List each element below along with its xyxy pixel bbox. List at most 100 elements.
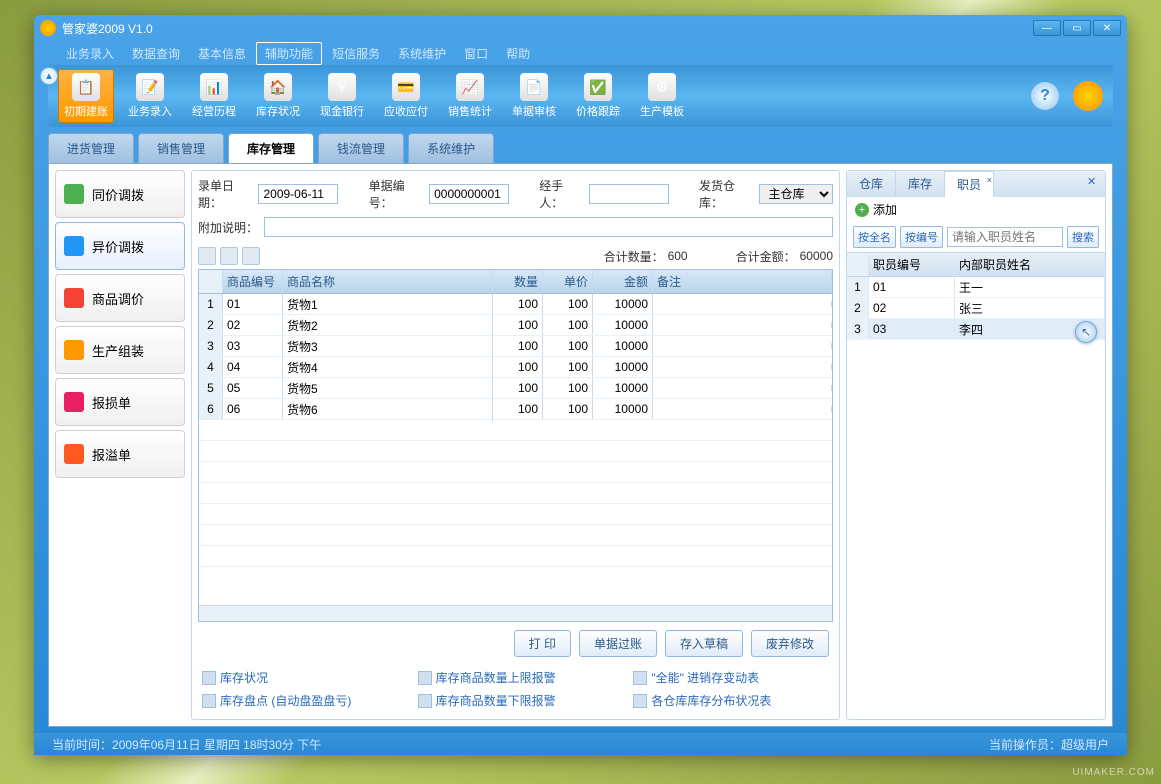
minimize-button[interactable]: — xyxy=(1033,20,1061,36)
rcol-code[interactable]: 职员编号 xyxy=(869,253,955,276)
table-row[interactable]: 606货物610010010000 xyxy=(199,399,832,420)
toolbar-btn-6[interactable]: 📈销售统计 xyxy=(442,69,498,123)
quick-link-0[interactable]: 库存状况 xyxy=(202,669,398,686)
filter-no-button[interactable]: 按编号 xyxy=(900,226,943,248)
quick-link-2[interactable]: "全能" 进销存变动表 xyxy=(633,669,829,686)
add-plus-icon: + xyxy=(855,203,869,217)
quick-link-1[interactable]: 库存商品数量上限报警 xyxy=(418,669,614,686)
total-amt-label: 合计金额： xyxy=(736,248,796,265)
toolbar-icon-3: 🏠 xyxy=(264,73,292,101)
note-label: 附加说明： xyxy=(198,219,258,236)
add-label: 添加 xyxy=(873,201,897,218)
menu-item-3[interactable]: 辅助功能 xyxy=(256,42,322,65)
col-name[interactable]: 商品名称 xyxy=(283,270,493,293)
add-row[interactable]: + 添加 xyxy=(847,197,1105,222)
collapse-toolbar-button[interactable]: ▲ xyxy=(40,67,58,85)
table-row[interactable]: 303货物310010010000 xyxy=(199,336,832,357)
toolbar-btn-8[interactable]: ✅价格跟踪 xyxy=(570,69,626,123)
sidebar-item-2[interactable]: 商品调价 xyxy=(55,274,185,322)
main-tab-3[interactable]: 钱流管理 xyxy=(318,133,404,163)
main-tab-4[interactable]: 系统维护 xyxy=(408,133,494,163)
post-button[interactable]: 单据过账 xyxy=(579,630,657,657)
right-grid-body[interactable]: 101王一202张三303李四 xyxy=(847,277,1105,340)
right-panel: ✕ 仓库库存职员× + 添加 按全名 按编号 搜索 职员编号 内部职员姓名 10… xyxy=(846,170,1106,720)
toolbar-btn-2[interactable]: 📊经营历程 xyxy=(186,69,242,123)
toolbar-btn-5[interactable]: 💳应收应付 xyxy=(378,69,434,123)
menu-item-0[interactable]: 业务录入 xyxy=(58,43,122,64)
col-index[interactable] xyxy=(199,270,223,293)
sidebar-item-1[interactable]: 异价调拨 xyxy=(55,222,185,270)
toolbar-btn-9[interactable]: ⚙生产模板 xyxy=(634,69,690,123)
grid-tool-3-icon[interactable] xyxy=(242,247,260,265)
sidebar-item-4[interactable]: 报损单 xyxy=(55,378,185,426)
sidebar-item-5[interactable]: 报溢单 xyxy=(55,430,185,478)
docno-input[interactable] xyxy=(429,184,509,204)
toolbar-btn-3[interactable]: 🏠库存状况 xyxy=(250,69,306,123)
right-panel-close-icon[interactable]: ✕ xyxy=(1087,175,1101,189)
discard-button[interactable]: 废弃修改 xyxy=(751,630,829,657)
quick-link-4[interactable]: 库存商品数量下限报警 xyxy=(418,692,614,709)
print-button[interactable]: 打 印 xyxy=(514,630,571,657)
right-search-button[interactable]: 搜索 xyxy=(1067,226,1099,248)
help-icon[interactable]: ? xyxy=(1031,82,1059,110)
right-table-row[interactable]: 101王一 xyxy=(847,277,1105,298)
filter-all-button[interactable]: 按全名 xyxy=(853,226,896,248)
note-input[interactable] xyxy=(264,217,833,237)
col-note[interactable]: 备注 xyxy=(653,270,832,293)
grid-body[interactable]: 101货物110010010000202货物210010010000303货物3… xyxy=(199,294,832,605)
brand-icon[interactable] xyxy=(1073,81,1103,111)
quick-link-3[interactable]: 库存盘点 (自动盘盈盘亏) xyxy=(202,692,398,709)
sidebar-item-3[interactable]: 生产组装 xyxy=(55,326,185,374)
sidebar-icon-0 xyxy=(64,184,84,204)
tab-close-icon[interactable]: × xyxy=(987,175,992,185)
right-tab-1[interactable]: 库存 xyxy=(896,171,945,197)
titlebar[interactable]: 管家婆2009 V1.0 — ▭ ✕ xyxy=(34,15,1127,41)
grid-tool-1-icon[interactable] xyxy=(198,247,216,265)
toolbar-btn-0[interactable]: 📋初期建账 xyxy=(58,69,114,123)
status-time-label: 当前时间： xyxy=(52,736,112,753)
maximize-button[interactable]: ▭ xyxy=(1063,20,1091,36)
menu-item-4[interactable]: 短信服务 xyxy=(324,43,388,64)
main-tab-0[interactable]: 进货管理 xyxy=(48,133,134,163)
col-price[interactable]: 单价 xyxy=(543,270,593,293)
right-table-row[interactable]: 202张三 xyxy=(847,298,1105,319)
col-code[interactable]: 商品编号 xyxy=(223,270,283,293)
right-search-input[interactable] xyxy=(947,227,1063,247)
menu-item-2[interactable]: 基本信息 xyxy=(190,43,254,64)
rcol-name[interactable]: 内部职员姓名 xyxy=(955,253,1105,276)
quick-link-5[interactable]: 各仓库库存分布状况表 xyxy=(633,692,829,709)
toolbar-btn-7[interactable]: 📄单据审核 xyxy=(506,69,562,123)
scroll-up-icon[interactable]: ↖ xyxy=(1075,321,1097,343)
center-panel: 录单日期： 单据编号： 经手人： 发货仓库： 主仓库 附加说明： xyxy=(191,170,840,720)
toolbar-btn-4[interactable]: ¥现金银行 xyxy=(314,69,370,123)
table-row[interactable]: 505货物510010010000 xyxy=(199,378,832,399)
menu-item-1[interactable]: 数据查询 xyxy=(124,43,188,64)
rcol-index[interactable] xyxy=(847,253,869,276)
menu-item-6[interactable]: 窗口 xyxy=(456,43,496,64)
grid-header: 商品编号 商品名称 数量 单价 金额 备注 xyxy=(199,270,832,294)
main-tab-1[interactable]: 销售管理 xyxy=(138,133,224,163)
col-amt[interactable]: 金额 xyxy=(593,270,653,293)
close-button[interactable]: ✕ xyxy=(1093,20,1121,36)
main-tab-2[interactable]: 库存管理 xyxy=(228,133,314,163)
menu-item-7[interactable]: 帮助 xyxy=(498,43,538,64)
right-table-row[interactable]: 303李四 xyxy=(847,319,1105,340)
table-row[interactable]: 101货物110010010000 xyxy=(199,294,832,315)
draft-button[interactable]: 存入草稿 xyxy=(665,630,743,657)
date-input[interactable] xyxy=(258,184,338,204)
warehouse-select[interactable]: 主仓库 xyxy=(759,184,833,204)
right-tab-0[interactable]: 仓库 xyxy=(847,171,896,197)
right-tab-2[interactable]: 职员× xyxy=(945,171,994,197)
menu-item-5[interactable]: 系统维护 xyxy=(390,43,454,64)
table-row[interactable]: 202货物210010010000 xyxy=(199,315,832,336)
sidebar-item-0[interactable]: 同价调拨 xyxy=(55,170,185,218)
col-qty[interactable]: 数量 xyxy=(493,270,543,293)
table-row[interactable]: 404货物410010010000 xyxy=(199,357,832,378)
handler-input[interactable] xyxy=(589,184,669,204)
link-icon xyxy=(633,671,647,685)
grid-tool-2-icon[interactable] xyxy=(220,247,238,265)
toolbar-btn-1[interactable]: 📝业务录入 xyxy=(122,69,178,123)
grid-horizontal-scrollbar[interactable] xyxy=(199,605,832,621)
window-title: 管家婆2009 V1.0 xyxy=(62,20,153,37)
right-grid: 职员编号 内部职员姓名 101王一202张三303李四 ↖ xyxy=(847,252,1105,719)
